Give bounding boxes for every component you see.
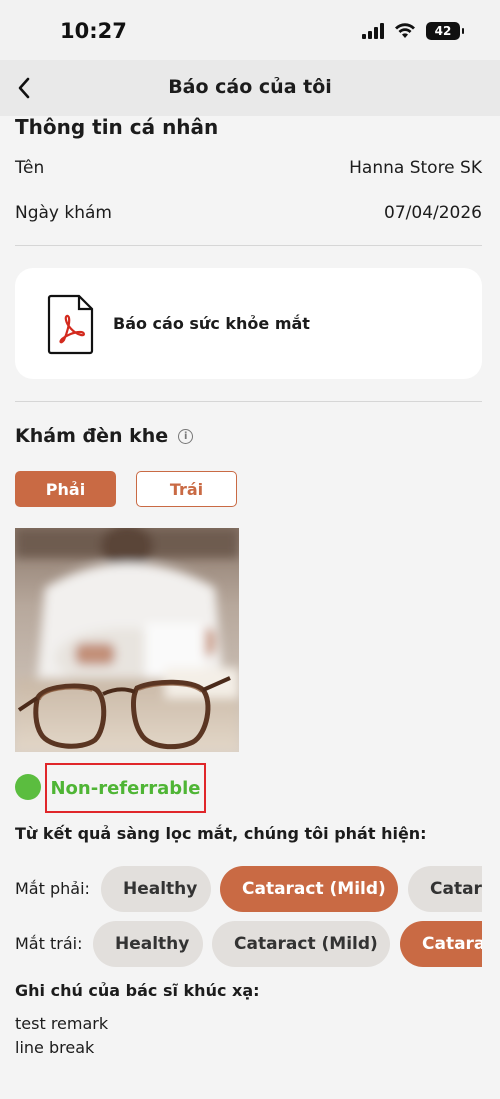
info-value-name: Hanna Store SK — [349, 158, 482, 178]
info-label-exam-date: Ngày khám — [15, 203, 112, 223]
left-eye-label: Mắt trái: — [15, 934, 83, 953]
left-eye-findings-row: Mắt trái: Healthy Cataract (Mild) Catara… — [15, 921, 482, 969]
info-row-name: Tên Hanna Store SK — [15, 158, 482, 178]
slit-lamp-section: Khám đèn khe i — [15, 425, 194, 447]
tab-left-eye[interactable]: Trái — [136, 471, 237, 507]
status-indicator-dot — [15, 774, 41, 800]
chip-cataract[interactable]: Cataract — [400, 921, 482, 967]
divider — [15, 245, 482, 246]
doctor-note-line: test remark — [15, 1014, 109, 1033]
battery-icon: 42 — [426, 22, 464, 40]
report-label: Báo cáo sức khỏe mắt — [113, 314, 310, 333]
result-status-box: Non-referrable — [45, 763, 206, 813]
divider — [15, 401, 482, 402]
info-value-exam-date: 07/04/2026 — [384, 203, 482, 223]
eye-health-report-card[interactable]: Báo cáo sức khỏe mắt — [15, 268, 482, 379]
result-status-text: Non-referrable — [50, 777, 201, 799]
info-row-exam-date: Ngày khám 07/04/2026 — [15, 203, 482, 223]
personal-info-title: Thông tin cá nhân — [15, 115, 219, 139]
status-icons: 42 — [362, 22, 464, 40]
page-title: Báo cáo của tôi — [168, 76, 332, 98]
chip-healthy[interactable]: Healthy — [101, 866, 211, 912]
info-icon[interactable]: i — [178, 428, 194, 444]
doctor-note-title: Ghi chú của bác sĩ khúc xạ: — [15, 981, 260, 1000]
chip-healthy[interactable]: Healthy — [93, 921, 203, 967]
right-eye-findings-row: Mắt phải: Healthy Cataract (Mild) Catara… — [15, 866, 482, 914]
wifi-icon — [395, 23, 415, 38]
info-label-name: Tên — [15, 158, 45, 178]
eye-image — [15, 528, 239, 752]
right-eye-label: Mắt phải: — [15, 879, 90, 898]
chip-cataract-mild[interactable]: Cataract (Mild) — [212, 921, 390, 967]
doctor-note-line: line break — [15, 1038, 95, 1057]
battery-level: 42 — [434, 24, 452, 38]
chip-cataract-mild[interactable]: Cataract (Mild) — [220, 866, 398, 912]
nav-bar: Báo cáo của tôi — [0, 60, 500, 116]
findings-title: Từ kết quả sàng lọc mắt, chúng tôi phát … — [15, 824, 427, 843]
status-time: 10:27 — [60, 19, 127, 43]
chip-cataract[interactable]: Cataract — [408, 866, 482, 912]
status-bar: 10:27 42 — [0, 0, 500, 60]
signal-icon — [362, 23, 384, 39]
slit-lamp-title: Khám đèn khe — [15, 425, 169, 447]
tab-right-eye[interactable]: Phải — [15, 471, 116, 507]
pdf-file-icon — [47, 294, 94, 354]
